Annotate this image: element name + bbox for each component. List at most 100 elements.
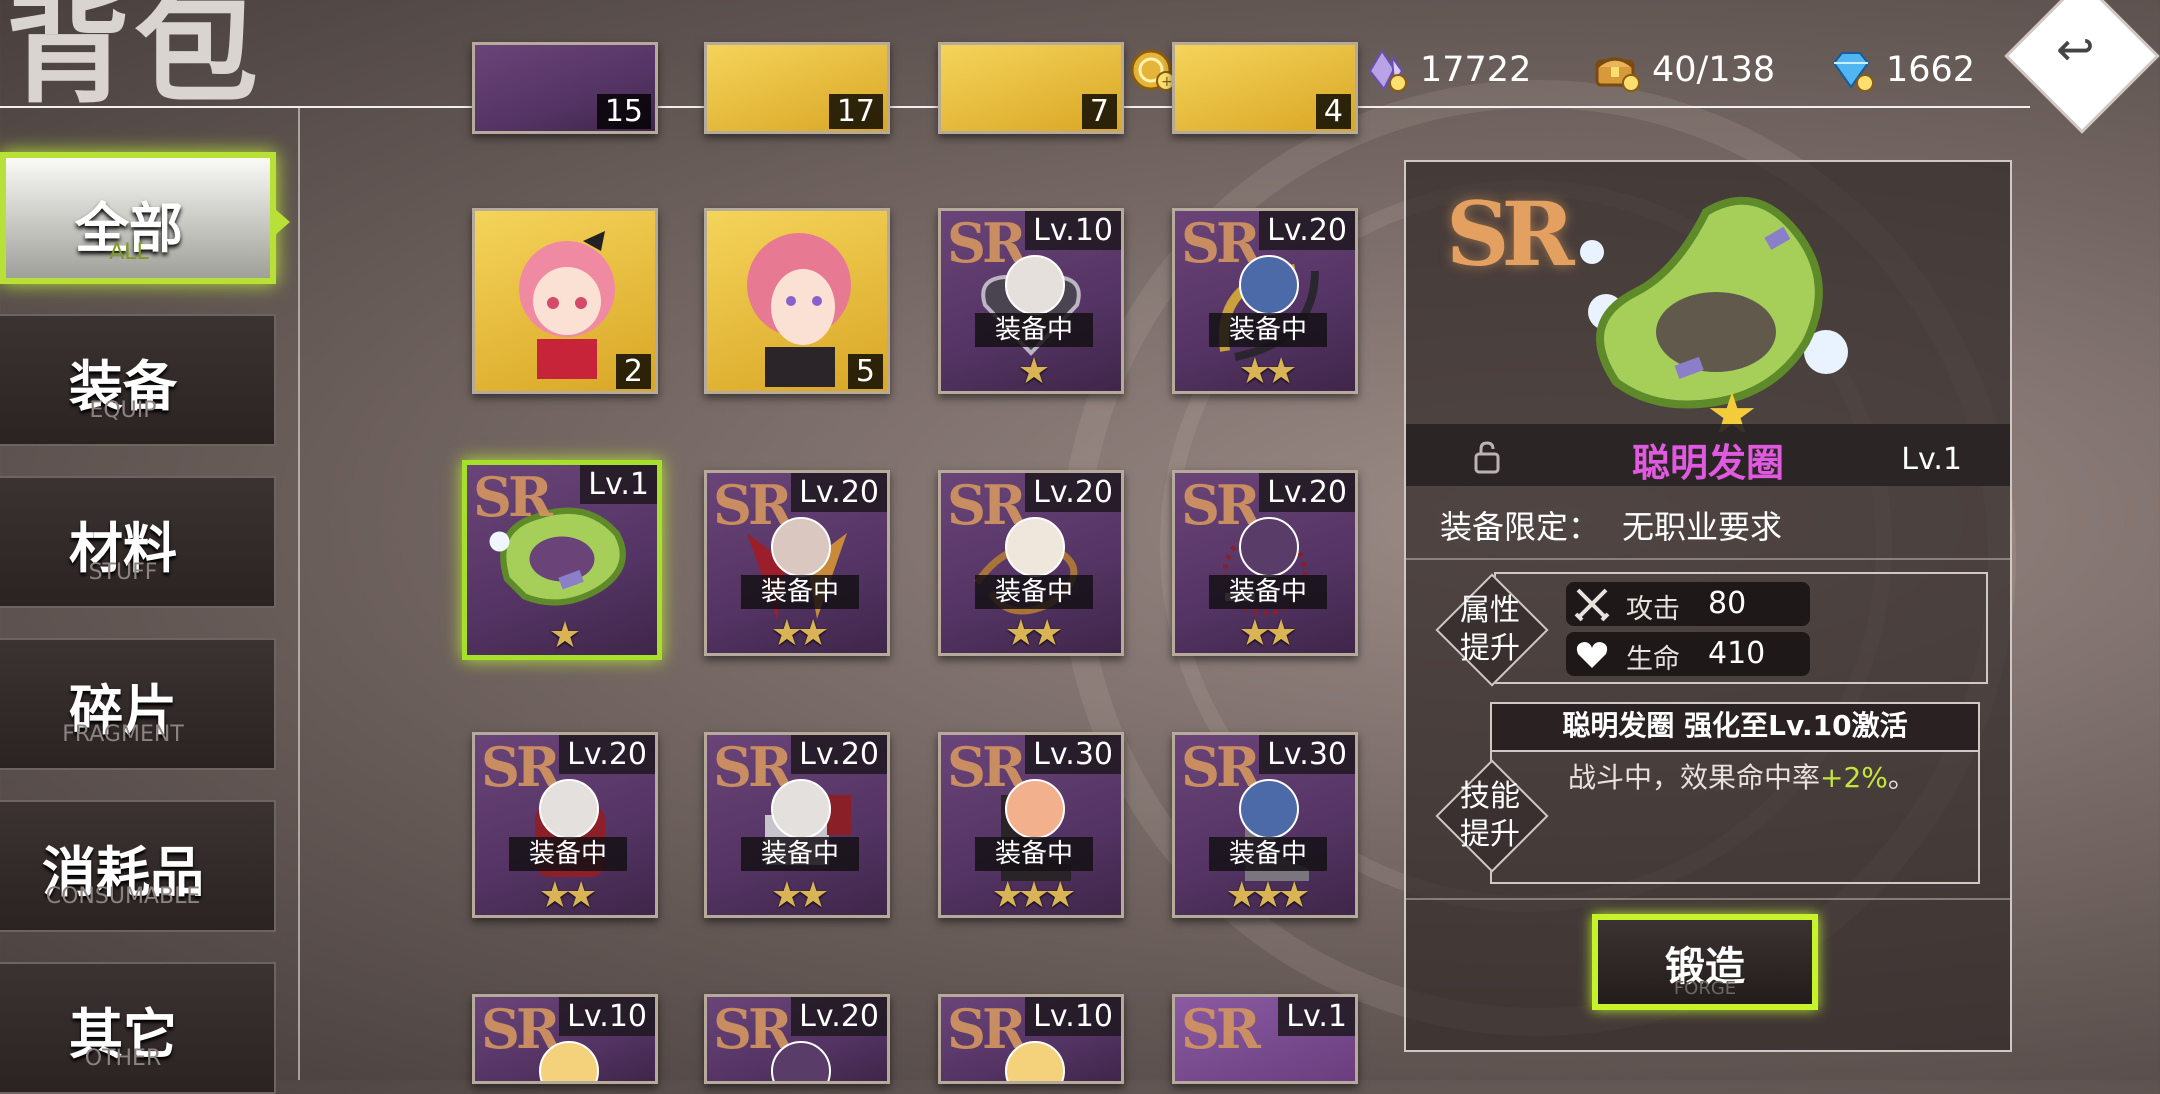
inventory-slot[interactable]: SR Lv.20 装备中 ★★ [704, 470, 890, 656]
forge-button[interactable]: 锻造 FORGE [1592, 914, 1818, 1010]
inventory-slot[interactable]: SR Lv.20 装备中 ★★ [938, 470, 1124, 656]
item-level: Lv.10 [559, 997, 655, 1036]
restriction-value: 无职业要求 [1622, 508, 1783, 546]
star-rating: ★★ [538, 875, 598, 916]
equipped-character-avatar [1239, 517, 1299, 577]
inventory-slot-partial[interactable]: SR Lv.20 [704, 994, 890, 1084]
item-level: Lv.20 [1259, 211, 1355, 250]
star-rating: ★★ [770, 875, 830, 916]
tab-equip[interactable]: 装备 EQUIP [0, 314, 276, 446]
rarity-sr-badge: SR [1181, 997, 1261, 1061]
gold-coin-icon: + [1130, 47, 1176, 93]
hp-stat-row: 生命 410 [1566, 632, 1810, 676]
tab-all[interactable]: 全部 ALL [0, 152, 276, 284]
detail-item-level: Lv.1 [1901, 442, 1962, 477]
tab-consumable[interactable]: 消耗品 CONSUMABLE [0, 800, 276, 932]
attr-label-line1: 属性 [1460, 593, 1520, 628]
star-rating: ★ [548, 615, 581, 656]
item-quantity: 5 [847, 354, 883, 389]
equipped-label: 装备中 [975, 313, 1093, 347]
skill-description: 战斗中，效果命中率+2%。 [1568, 756, 1916, 796]
page-title: 背包 [6, 0, 263, 120]
item-quantity: 2 [615, 354, 651, 389]
skill-desc-value: +2% [1820, 761, 1888, 794]
hp-value: 410 [1708, 636, 1766, 671]
item-level: Lv.20 [1025, 473, 1121, 512]
swords-icon [1574, 588, 1610, 622]
sidebar-divider [298, 108, 300, 1080]
item-level: Lv.30 [1025, 735, 1121, 774]
item-level: Lv.10 [1025, 211, 1121, 250]
inventory-slot[interactable]: SR Lv.20 装备中 ★★ [704, 732, 890, 918]
inventory-slot-partial[interactable]: 17 [704, 42, 890, 134]
diamond-counter: 1662 [1828, 48, 1975, 92]
item-quantity: 15 [596, 94, 651, 129]
tab-consumable-sub: CONSUMABLE [45, 884, 201, 909]
star-rating: ★★ [1238, 351, 1298, 392]
skill-label-line2: 提升 [1460, 817, 1520, 852]
inventory-slot-partial[interactable]: 4 [1172, 42, 1358, 134]
item-level: Lv.30 [1259, 735, 1355, 774]
equipped-character-avatar [539, 779, 599, 839]
attr-label-line2: 提升 [1460, 631, 1520, 666]
item-level: Lv.1 [1278, 997, 1355, 1036]
item-quantity: 17 [828, 94, 883, 129]
inventory-slot-partial[interactable]: 7 [938, 42, 1124, 134]
inventory-slot[interactable]: SR Lv.10 装备中 ★ [938, 208, 1124, 394]
attack-value: 80 [1708, 586, 1747, 621]
inventory-slot-partial[interactable]: 15 [472, 42, 658, 134]
inventory-slot[interactable]: SR Lv.20 装备中 ★★ [472, 732, 658, 918]
skill-desc-prefix: 战斗中，效果命中率 [1568, 761, 1821, 794]
attack-label: 攻击 [1626, 594, 1680, 625]
star-rating: ★★ [1004, 613, 1064, 654]
back-button[interactable]: ↩ [2008, 0, 2156, 130]
inventory-slot[interactable]: SR Lv.20 装备中 ★★ [1172, 208, 1358, 394]
divider [1406, 558, 2010, 560]
item-quantity: 4 [1315, 94, 1351, 129]
inventory-slot[interactable]: 5 [704, 208, 890, 394]
equipped-character-avatar [771, 517, 831, 577]
star-rating: ★ [1017, 351, 1050, 392]
tab-other[interactable]: 其它 OTHER [0, 962, 276, 1094]
equipped-label: 装备中 [509, 837, 627, 871]
inventory-slot[interactable]: SR Lv.30 装备中 ★★★ [1172, 732, 1358, 918]
equip-restriction: 装备限定： 无职业要求 [1440, 502, 1782, 548]
tab-equip-sub: EQUIP [89, 398, 157, 423]
equipped-character-avatar [1239, 255, 1299, 315]
inventory-slot[interactable]: 2 [472, 208, 658, 394]
inventory-slot-partial[interactable]: SR Lv.10 [472, 994, 658, 1084]
item-detail-panel: SR ★ 聪明发圈 Lv.1 装备限定： 无职业要求 属性 提升 攻击 80 生命 … [1404, 160, 2012, 1052]
tab-fragment[interactable]: 碎片 FRAGMENT [0, 638, 276, 770]
inventory-slot-partial[interactable]: SR Lv.10 [938, 994, 1124, 1084]
equipped-label: 装备中 [741, 575, 859, 609]
skill-desc-suffix: 。 [1887, 761, 1916, 794]
equipped-character-avatar [771, 779, 831, 839]
equipped-character-avatar [1005, 255, 1065, 315]
attack-stat-row: 攻击 80 [1566, 582, 1810, 626]
tab-stuff[interactable]: 材料 STUFF [0, 476, 276, 608]
tab-fragment-sub: FRAGMENT [62, 722, 184, 747]
restriction-label: 装备限定： [1440, 508, 1601, 546]
diamond-value: 1662 [1886, 50, 1976, 90]
star-rating: ★★★ [991, 875, 1077, 916]
tab-stuff-sub: STUFF [88, 560, 158, 585]
bag-capacity-counter: 40/138 [1594, 48, 1775, 92]
skill-label-line1: 技能 [1460, 779, 1520, 814]
equipped-label: 装备中 [975, 575, 1093, 609]
equipped-label: 装备中 [975, 837, 1093, 871]
crystal-icon [1362, 47, 1408, 93]
item-level: Lv.20 [791, 473, 887, 512]
equipped-label: 装备中 [1209, 313, 1327, 347]
equipped-label: 装备中 [1209, 575, 1327, 609]
bag-capacity-value: 40/138 [1652, 50, 1776, 90]
active-tab-pointer [274, 208, 290, 236]
item-level: Lv.1 [580, 465, 657, 504]
star-rating: ★★★ [1225, 875, 1311, 916]
item-quantity: 7 [1081, 94, 1117, 129]
inventory-slot-partial[interactable]: SR Lv.1 [1172, 994, 1358, 1084]
inventory-slot[interactable]: SR Lv.20 装备中 ★★ [1172, 470, 1358, 656]
inventory-slot[interactable]: SR Lv.30 装备中 ★★★ [938, 732, 1124, 918]
treasure-chest-icon [1594, 47, 1640, 93]
inventory-slot-selected[interactable]: SR Lv.1 ★ [462, 460, 662, 660]
equipped-label: 装备中 [1209, 837, 1327, 871]
